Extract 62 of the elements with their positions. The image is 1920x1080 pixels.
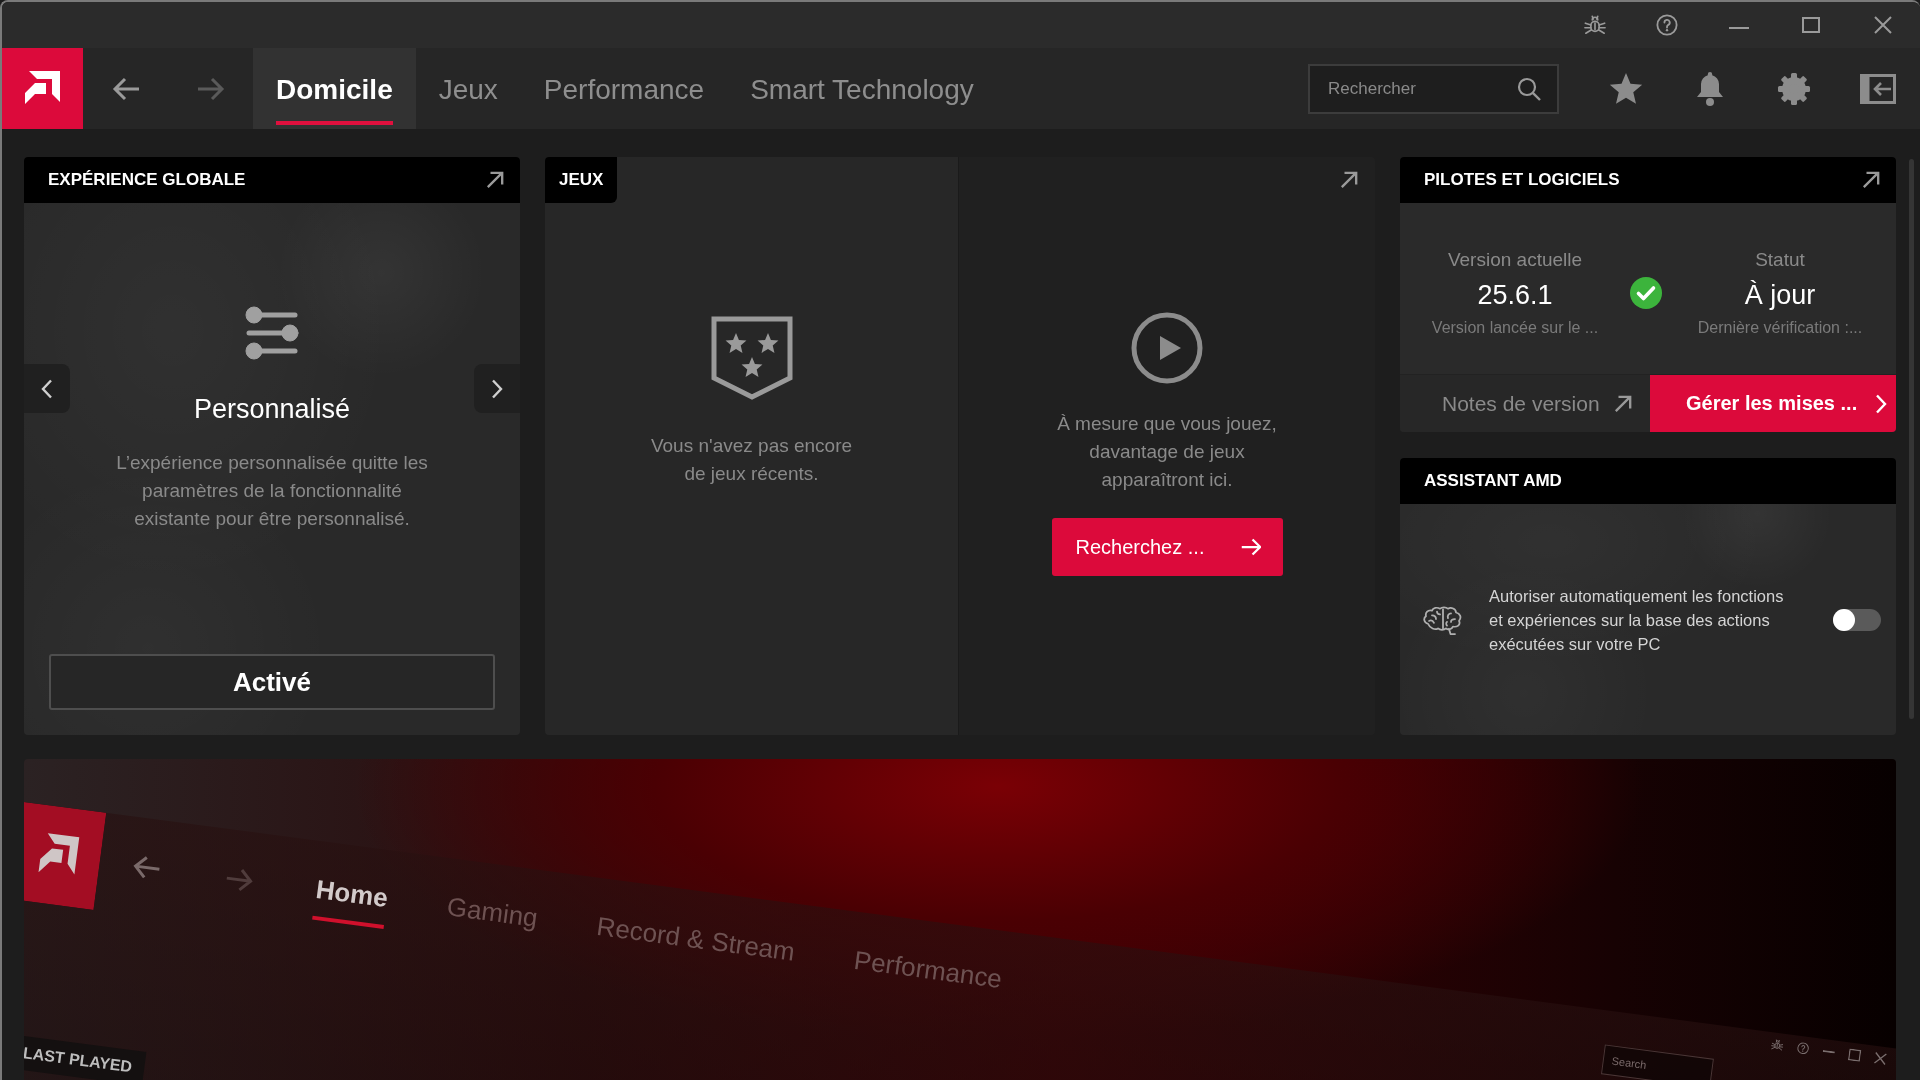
empty-message: Vous n'avez pas encore de jeux récents. <box>649 434 854 486</box>
chevron-left-icon <box>41 378 53 399</box>
version-label: Version actuelle <box>1447 247 1583 272</box>
nav-tab[interactable]: Domicile <box>253 48 416 129</box>
release-date: Version lancée sur le ... <box>1431 317 1599 338</box>
star-icon[interactable] <box>1609 71 1643 106</box>
nav-tab[interactable]: Jeux <box>415 48 521 129</box>
assistant-description: Autoriser automatiquement les fonctions et expériences sur la base des actions exécutées sur votre PC <box>1489 585 1785 655</box>
expand-arrow-icon[interactable] <box>1862 171 1880 189</box>
check-circle-icon <box>1630 277 1662 310</box>
card-title: PILOTES ET LOGICIELS <box>1424 170 1620 190</box>
promo-banner[interactable]: Home Gaming Record & Stream Performance Search LAST PLAYED <box>24 759 1896 1080</box>
sliders-icon <box>245 306 299 360</box>
expand-arrow-icon[interactable] <box>1340 171 1358 189</box>
search-field[interactable]: Rechercher <box>1308 63 1559 114</box>
card-title: EXPÉRIENCE GLOBALE <box>48 170 246 190</box>
bug-report-icon[interactable] <box>1584 14 1606 36</box>
status-label: Statut <box>1755 247 1805 272</box>
last-check: Dernière vérification :... <box>1697 317 1863 338</box>
search-games-button[interactable]: Recherchez ... <box>1051 518 1283 576</box>
expand-arrow-icon[interactable] <box>486 171 504 189</box>
nav-tab[interactable]: Smart Technology <box>727 48 997 129</box>
section-label: LAST PLAYED <box>24 1034 147 1080</box>
minimize-icon <box>1822 1049 1835 1054</box>
activate-button[interactable]: Activé <box>49 654 495 710</box>
settings-icon[interactable] <box>1777 71 1811 106</box>
preview-tab-label: Performance <box>851 943 1005 996</box>
external-link-icon <box>1613 394 1632 413</box>
close-icon <box>1873 1051 1888 1066</box>
search-icon[interactable] <box>1517 76 1541 101</box>
back-arrow-icon[interactable] <box>111 76 140 101</box>
chevron-right-icon <box>491 378 503 399</box>
status-value: À jour <box>1744 278 1816 312</box>
play-circle-icon <box>1131 312 1203 384</box>
help-icon[interactable] <box>1656 14 1678 36</box>
card-title: ASSISTANT AMD <box>1424 471 1562 491</box>
bug-report-icon <box>1770 1038 1784 1052</box>
preview-tab-label: Home <box>312 860 392 930</box>
games-hint: À mesure que vous jouez, davantage de jeux apparaîtront ici. <box>1056 412 1278 492</box>
nav-tab[interactable]: Performance <box>520 48 728 129</box>
logo-icon[interactable] <box>2 48 83 129</box>
maximize-icon <box>1847 1048 1862 1062</box>
help-icon <box>1796 1041 1810 1056</box>
preview-tab-label: Gaming <box>444 890 541 935</box>
version-number: 25.6.1 <box>1477 278 1553 312</box>
close-icon[interactable] <box>1874 16 1892 34</box>
toggle-switch[interactable] <box>1833 608 1881 631</box>
carousel-next-button[interactable] <box>474 364 520 413</box>
arrow-right-icon <box>1240 538 1261 556</box>
preview-tab-label: Record & Stream <box>594 910 798 969</box>
manage-updates-button[interactable]: Gérer les mises ... <box>1650 375 1896 432</box>
shield-stars-icon <box>710 316 793 400</box>
carousel-prev-button[interactable] <box>24 364 70 413</box>
profile-name: Personnalisé <box>193 393 351 426</box>
card-title: JEUX <box>545 157 618 203</box>
search-field[interactable]: Search <box>1600 1044 1714 1080</box>
maximize-icon[interactable] <box>1802 17 1820 33</box>
minimize-icon[interactable] <box>1729 26 1749 30</box>
scrollbar[interactable] <box>1909 159 1914 719</box>
profile-description: L’expérience personnalisée quitte les paramètres de la fonctionnalité existante pour être personnalisé. <box>115 451 429 531</box>
brain-icon <box>1422 604 1462 635</box>
chevron-right-icon <box>1875 393 1887 414</box>
